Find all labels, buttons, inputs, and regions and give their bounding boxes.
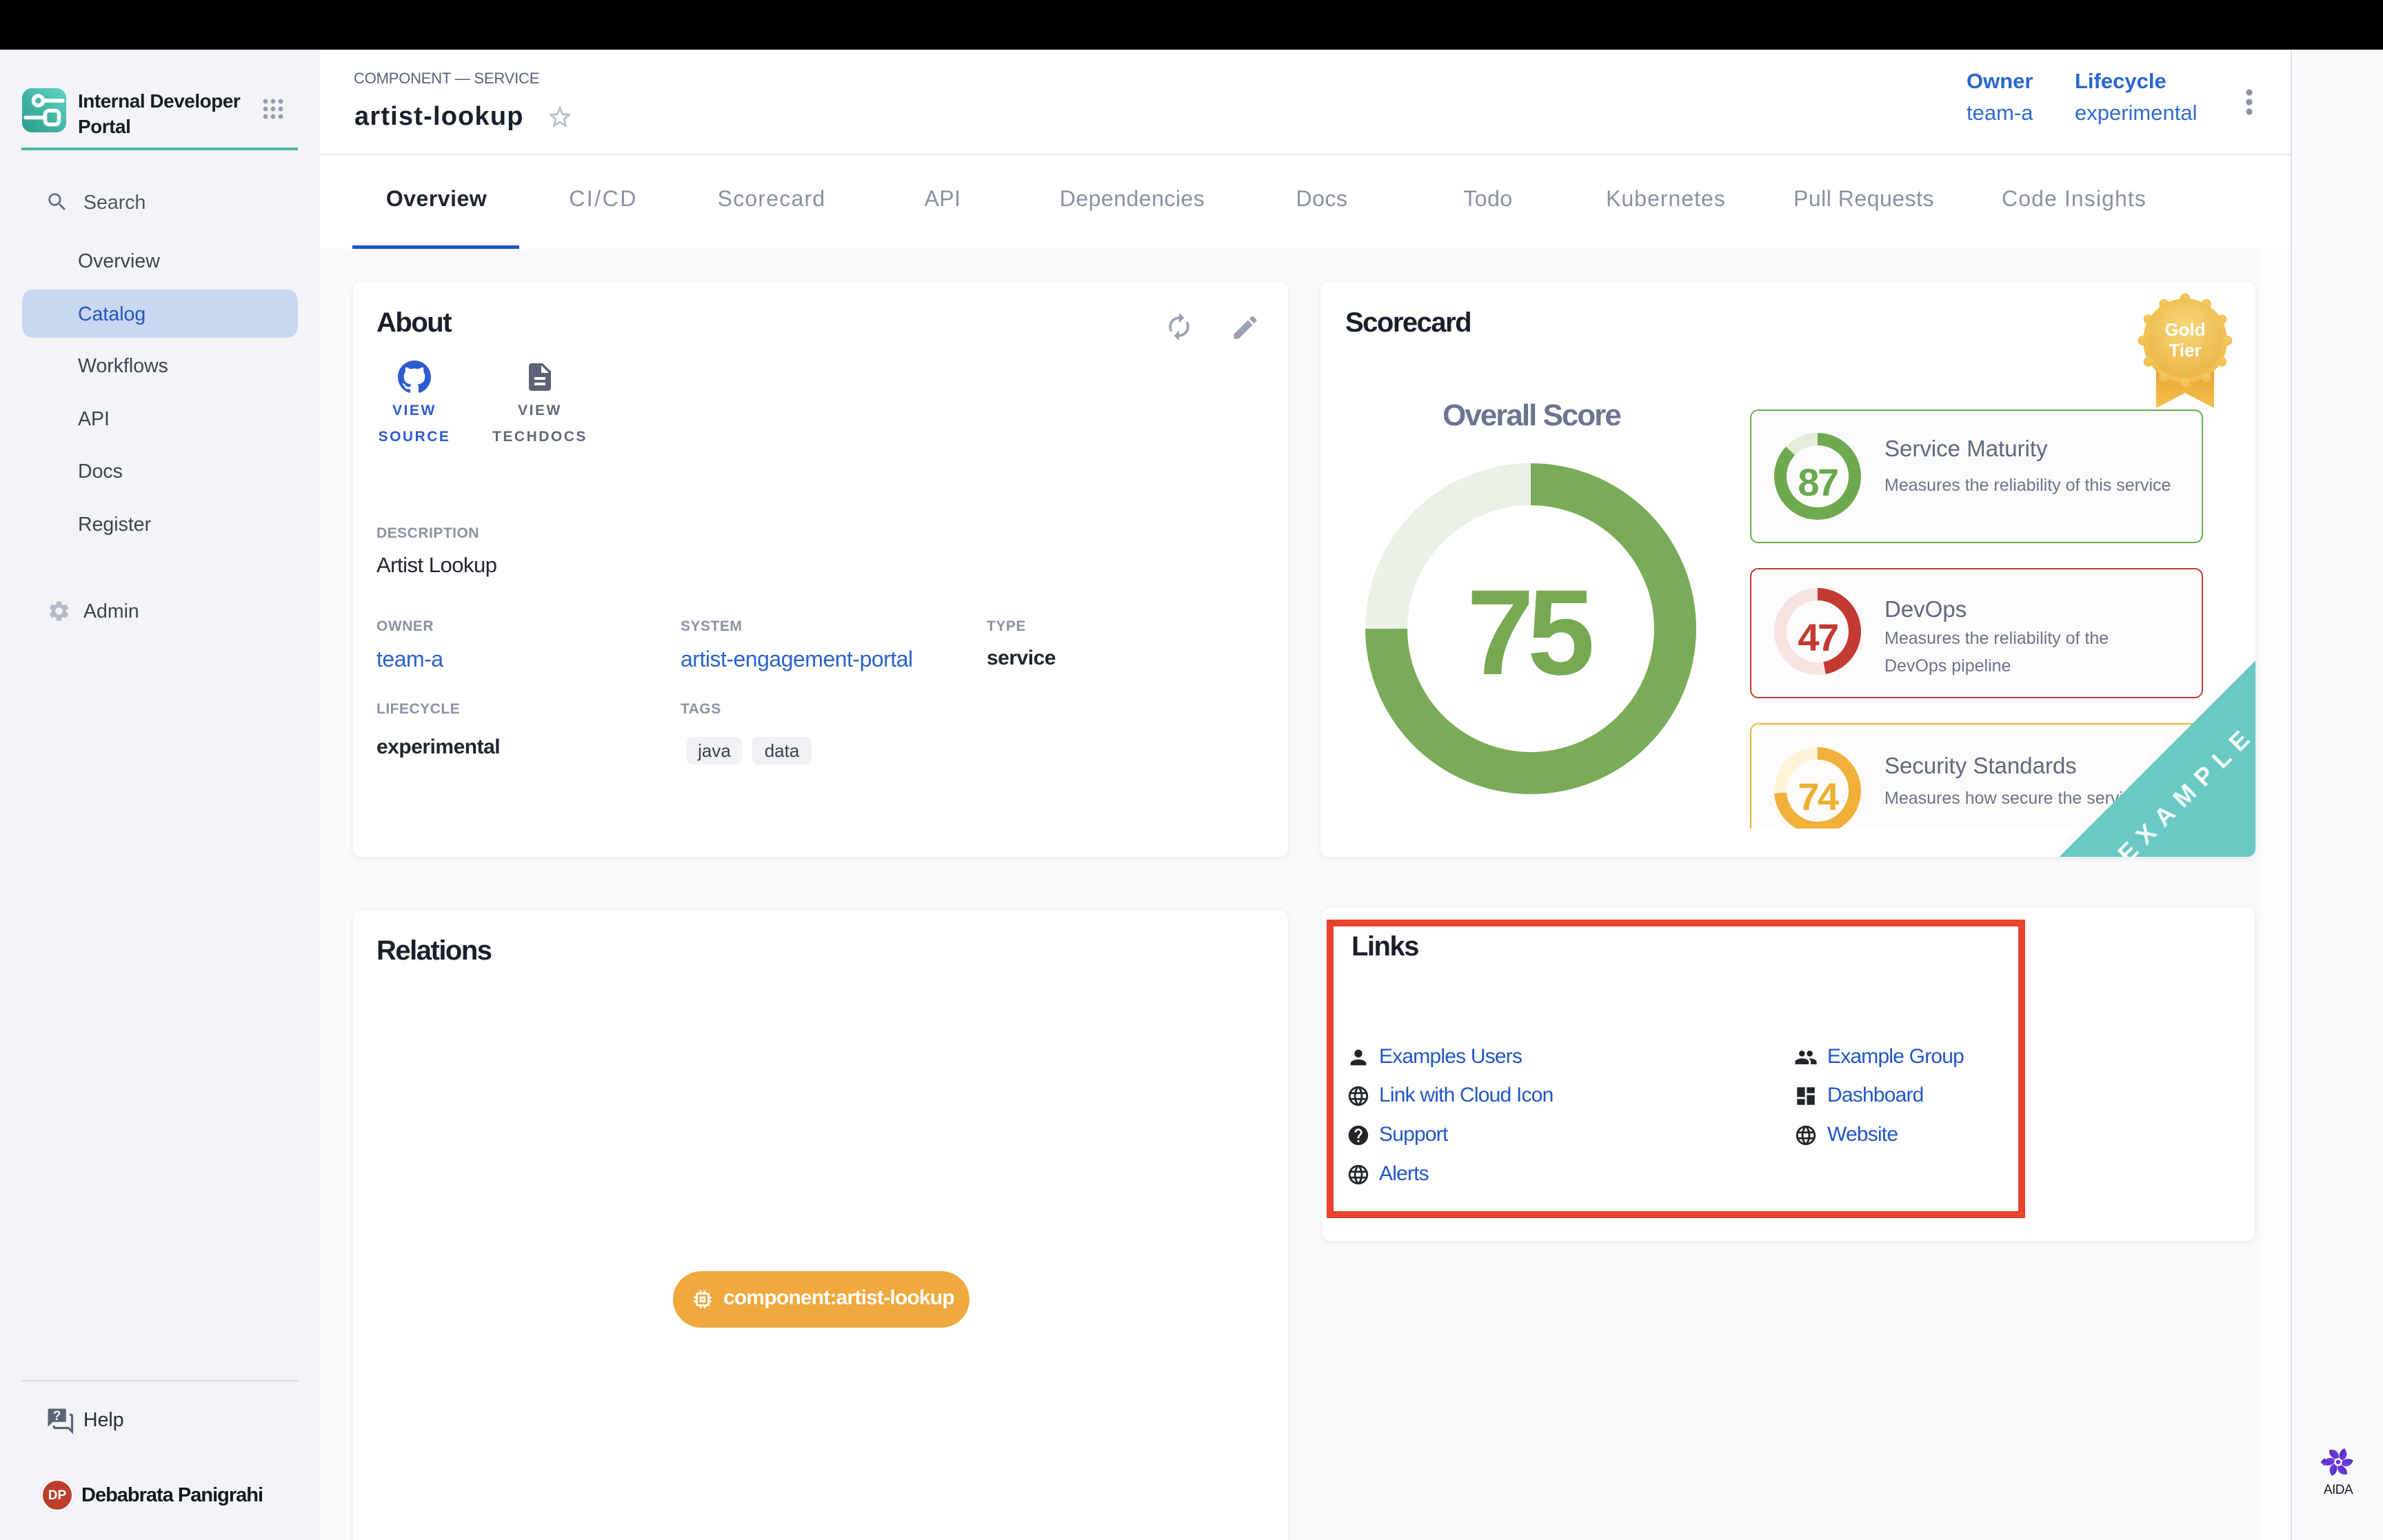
svg-text:?: ? — [53, 1409, 61, 1424]
svg-text:Tier: Tier — [2169, 340, 2201, 361]
svg-text:Gold: Gold — [2164, 319, 2205, 340]
